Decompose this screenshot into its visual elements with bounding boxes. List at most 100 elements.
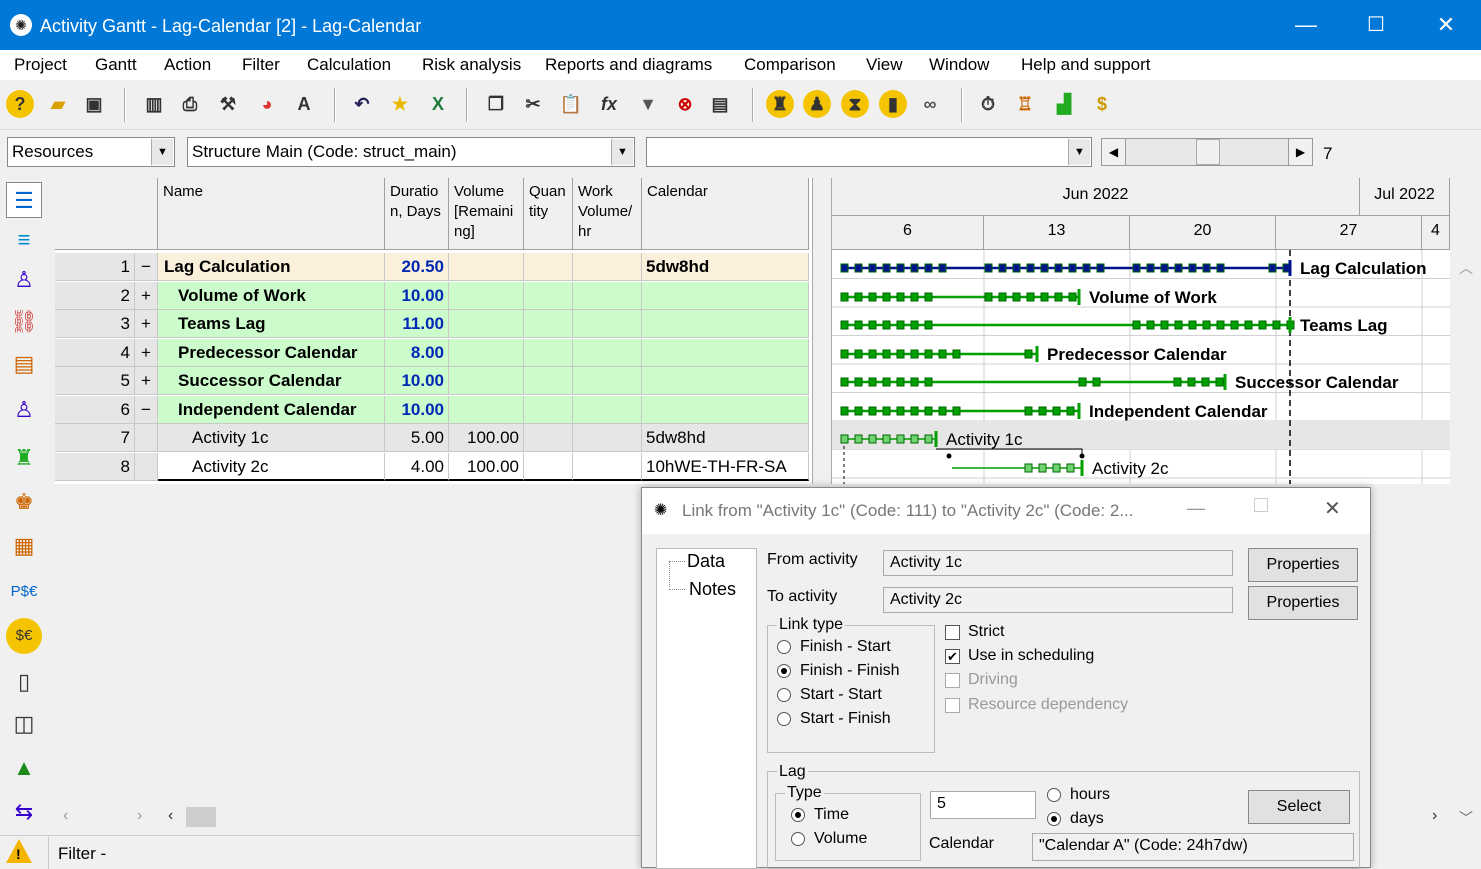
table-row[interactable]: 6− Independent Calendar 10.00	[55, 395, 812, 424]
view-combo[interactable]: Resources ▼	[7, 137, 175, 167]
from-properties-button[interactable]: Properties	[1248, 548, 1358, 582]
splitter[interactable]	[812, 178, 832, 484]
table-row[interactable]: 2 + Volume of Work 10.00	[55, 281, 812, 310]
gantt-hscroll[interactable]: ›	[1370, 805, 1450, 829]
people-icon[interactable]: ♙	[6, 392, 42, 428]
menu-gantt[interactable]: Gantt	[95, 55, 137, 75]
chevron-down-icon[interactable]: ▼	[611, 139, 633, 165]
header-calendar[interactable]: Calendar	[642, 178, 809, 250]
header-work[interactable]: Work Volume/ hr	[573, 178, 642, 250]
calc-time-icon[interactable]: ⏱	[974, 90, 1002, 118]
table-row[interactable]: 3 + Teams Lag 11.00	[55, 310, 812, 338]
filter-combo[interactable]: ▼	[646, 137, 1092, 167]
header-name[interactable]: Name	[158, 178, 385, 250]
structure-combo[interactable]: Structure Main (Code: struct_main) ▼	[187, 137, 635, 167]
cost-icon[interactable]: ▟	[1050, 90, 1078, 118]
menu-risk-analysis[interactable]: Risk analysis	[422, 55, 521, 75]
table-row[interactable]: 7 Activity 1c 5.00 100.00 5dw8hd	[55, 424, 812, 452]
chevron-right-icon[interactable]: ›	[137, 807, 142, 825]
currency-icon[interactable]: P$€	[6, 574, 42, 610]
calendar-clock-icon[interactable]: ◫	[6, 706, 42, 742]
radio-time[interactable]	[791, 808, 805, 822]
vertical-scrollbar[interactable]: ︿ ﹀	[1451, 252, 1481, 832]
menu-filter[interactable]: Filter	[242, 55, 280, 75]
expand-toggle[interactable]	[135, 424, 158, 452]
slider-thumb[interactable]	[1196, 139, 1220, 165]
menu-comparison[interactable]: Comparison	[744, 55, 836, 75]
minimize-button[interactable]: —	[1271, 0, 1341, 50]
menu-window[interactable]: Window	[929, 55, 989, 75]
gantt-view-icon[interactable]: ☰	[6, 182, 42, 218]
calendar-icon[interactable]: ▯	[6, 664, 42, 700]
assign-icon[interactable]: ⇆	[6, 794, 42, 830]
expand-toggle[interactable]: −	[135, 253, 158, 281]
radio-finish-start[interactable]	[777, 640, 791, 654]
driving-checkbox[interactable]	[945, 673, 960, 688]
help-icon[interactable]: ?	[6, 90, 34, 118]
paste-icon[interactable]: 📋	[557, 90, 585, 118]
resource-level-icon[interactable]: ♖	[1011, 90, 1039, 118]
person-icon[interactable]: ♟	[803, 90, 831, 118]
person-run-icon[interactable]: ♜	[766, 90, 794, 118]
expand-toggle[interactable]: +	[135, 310, 158, 338]
formula-icon[interactable]: fx	[595, 90, 623, 118]
resource-bars-icon[interactable]: ▤	[6, 346, 42, 382]
radio-finish-finish[interactable]	[777, 664, 791, 678]
print-icon[interactable]: ⎙	[176, 90, 204, 118]
tree-item-notes[interactable]: Notes	[689, 579, 736, 600]
header-volume[interactable]: Volume [Remaini ng]	[449, 178, 524, 250]
chart-icon[interactable]: ◕	[253, 90, 281, 118]
lag-value-input[interactable]: 5	[930, 791, 1036, 819]
strict-checkbox[interactable]	[945, 625, 960, 640]
resource-dependency-checkbox[interactable]	[945, 698, 960, 713]
grid-hscroll-left[interactable]: ‹ ›	[55, 805, 155, 829]
grid-hscroll[interactable]: ‹	[160, 805, 640, 829]
table-icon[interactable]: ▥	[140, 90, 168, 118]
radio-days[interactable]	[1047, 812, 1061, 826]
person-clock-icon[interactable]: ⧗	[841, 90, 869, 118]
cut-icon[interactable]: ✂	[519, 90, 547, 118]
open-folder-icon[interactable]: ▰	[44, 90, 72, 118]
header-quantity[interactable]: Quan tity	[524, 178, 573, 250]
zoom-slider[interactable]: ◀ ▶	[1101, 138, 1313, 166]
money-icon[interactable]: $	[1088, 90, 1116, 118]
excel-icon[interactable]: X	[424, 90, 452, 118]
menu-view[interactable]: View	[866, 55, 903, 75]
to-properties-button[interactable]: Properties	[1248, 586, 1358, 620]
chevron-right-icon[interactable]: ›	[1432, 807, 1437, 825]
chevron-down-icon[interactable]: ﹀	[1459, 808, 1473, 828]
chevron-down-icon[interactable]: ▼	[1068, 139, 1090, 165]
menu-project[interactable]: Project	[14, 55, 67, 75]
radio-volume[interactable]	[791, 832, 805, 846]
table-row[interactable]: 8 Activity 2c 4.00 100.00 10hWE-TH-FR-SA	[55, 452, 812, 481]
people-tree-icon[interactable]: ♚	[6, 484, 42, 520]
arrow-right-icon[interactable]: ▶	[1288, 139, 1312, 165]
scroll-thumb[interactable]	[186, 807, 216, 827]
menu-help[interactable]: Help and support	[1021, 55, 1150, 75]
copy-icon[interactable]: ❐	[482, 90, 510, 118]
table-row[interactable]: 1− Lag Calculation 20.50 5dw8hd	[55, 253, 812, 281]
expand-toggle[interactable]: +	[135, 367, 158, 395]
resource-add-icon[interactable]: ♜	[6, 440, 42, 476]
radio-hours[interactable]	[1047, 788, 1061, 802]
menu-action[interactable]: Action	[164, 55, 211, 75]
expand-toggle[interactable]: −	[135, 395, 158, 424]
money-coin-icon[interactable]: $€	[6, 618, 42, 654]
font-icon[interactable]: A	[290, 90, 318, 118]
close-button[interactable]: ✕	[1411, 0, 1481, 50]
chevron-down-icon[interactable]: ▼	[151, 139, 173, 165]
save-icon[interactable]: ▣	[80, 90, 108, 118]
menu-reports[interactable]: Reports and diagrams	[545, 55, 712, 75]
table-row[interactable]: 4 + Predecessor Calendar 8.00	[55, 338, 812, 367]
chevron-left-icon[interactable]: ‹	[168, 807, 173, 825]
link-icon[interactable]: ∞	[916, 90, 944, 118]
filter-clear-icon[interactable]: ⊗	[671, 90, 699, 118]
person-settings-icon[interactable]: ▮	[879, 90, 907, 118]
radio-start-finish[interactable]	[777, 712, 791, 726]
select-calendar-button[interactable]: Select	[1248, 790, 1350, 824]
radio-start-start[interactable]	[777, 688, 791, 702]
table-view-icon[interactable]: ≡	[6, 222, 42, 258]
chevron-left-icon[interactable]: ‹	[63, 807, 68, 825]
tree-item-data[interactable]: Data	[687, 551, 726, 572]
chevron-up-icon[interactable]: ︿	[1459, 258, 1473, 278]
